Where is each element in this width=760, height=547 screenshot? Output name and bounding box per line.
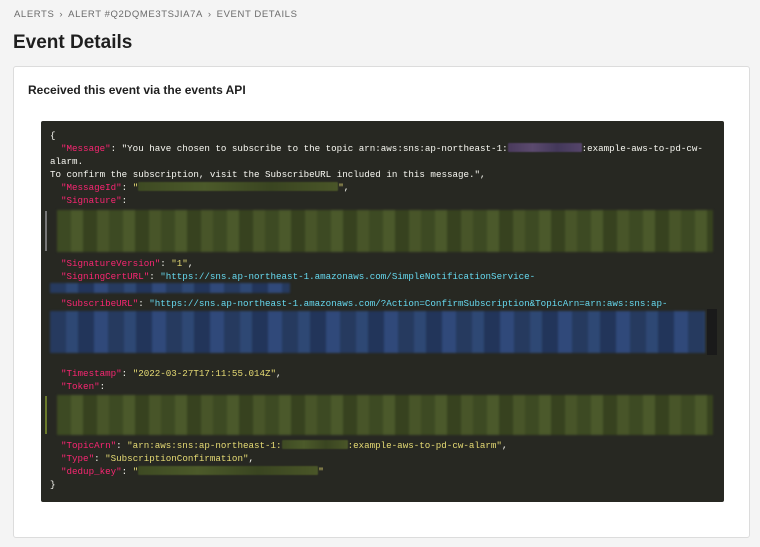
json-key-messageid: "MessageId" (61, 182, 122, 193)
json-subscribeurl-line: "SubscribeURL": "https://sns.ap-northeas… (61, 298, 668, 309)
json-key-sigversion: "SignatureVersion" (61, 258, 161, 269)
redacted-message-id (138, 182, 339, 191)
json-sigversion-line: "SignatureVersion": "1", (61, 258, 194, 269)
json-subscribeurl-value: "https://sns.ap-northeast-1.amazonaws.co… (149, 298, 668, 309)
redacted-dedup-key (138, 466, 319, 475)
card-title: Received this event via the events API (28, 83, 246, 97)
json-signingcert-value: "https://sns.ap-northeast-1.amazonaws.co… (160, 271, 536, 282)
json-message-line2: alarm. (50, 156, 84, 167)
json-key-subscribeurl: "SubscribeURL" (61, 298, 139, 309)
breadcrumb-separator: › (207, 9, 212, 20)
redacted-signingcert-rest (50, 283, 290, 293)
json-topicarn-suffix: :example-aws-to-pd-cw-alarm" (347, 440, 502, 451)
event-card: Received this event via the events API {… (13, 66, 750, 538)
json-close-brace: } (50, 479, 56, 490)
scroll-marker (45, 211, 47, 251)
breadcrumb: ALERTS › ALERT #Q2DQME3TSJIA7A › EVENT DETAI… (14, 9, 298, 20)
breadcrumb-alert-id[interactable]: ALERT #Q2DQME3TSJIA7A (68, 9, 203, 20)
breadcrumb-current: EVENT DETAILS (216, 9, 298, 20)
json-key-message: "Message" (61, 143, 111, 154)
json-key-topicarn: "TopicArn" (61, 440, 117, 451)
json-key-dedup: "dedup_key" (61, 466, 122, 477)
breadcrumb-separator: › (59, 9, 64, 20)
redacted-account-id (281, 440, 348, 449)
redacted-subscribeurl-rest (50, 311, 705, 353)
json-topicarn-prefix: "arn:aws:sns:ap-northeast-1: (127, 440, 282, 451)
horizontal-scroll-shadow (707, 309, 717, 355)
json-token-line: "Token": (61, 381, 106, 392)
redacted-token (57, 395, 713, 435)
json-dedupkey-line: "dedup_key": " " (61, 466, 324, 477)
json-type-value: "SubscriptionConfirmation" (105, 453, 249, 464)
json-sigversion-value: "1" (171, 258, 188, 269)
json-timestamp-value: "2022-03-27T17:11:55.014Z" (132, 368, 277, 379)
json-messageid-line: "MessageId": " ", (61, 182, 350, 193)
json-signingcert-line: "SigningCertURL": "https://sns.ap-northe… (61, 271, 536, 282)
json-message-line: "Message": "You have chosen to subscribe… (61, 142, 703, 155)
redacted-account-id (507, 143, 582, 152)
json-key-signingcert: "SigningCertURL" (61, 271, 150, 282)
page-title: Event Details (13, 32, 133, 53)
json-signature-line: "Signature": (61, 195, 128, 206)
json-message-prefix: : "You have chosen to subscribe to the t… (110, 143, 508, 154)
json-key-token: "Token" (61, 381, 100, 392)
json-message-line3: To confirm the subscription, visit the S… (50, 169, 486, 180)
scroll-marker (45, 396, 47, 434)
json-key-timestamp: "Timestamp" (61, 368, 122, 379)
json-type-line: "Type": "SubscriptionConfirmation", (61, 453, 254, 464)
json-timestamp-line: "Timestamp": "2022-03-27T17:11:55.014Z", (61, 368, 282, 379)
json-message-suffix: :example-aws-to-pd-cw- (581, 143, 703, 154)
json-key-type: "Type" (61, 453, 95, 464)
event-json-code-block: { "Message": "You have chosen to subscri… (41, 121, 724, 502)
breadcrumb-alerts[interactable]: ALERTS (14, 9, 54, 20)
json-topicarn-line: "TopicArn": "arn:aws:sns:ap-northeast-1:… (61, 440, 508, 451)
json-open-brace: { (50, 130, 56, 141)
json-key-signature: "Signature" (61, 195, 122, 206)
redacted-signature (57, 210, 713, 252)
